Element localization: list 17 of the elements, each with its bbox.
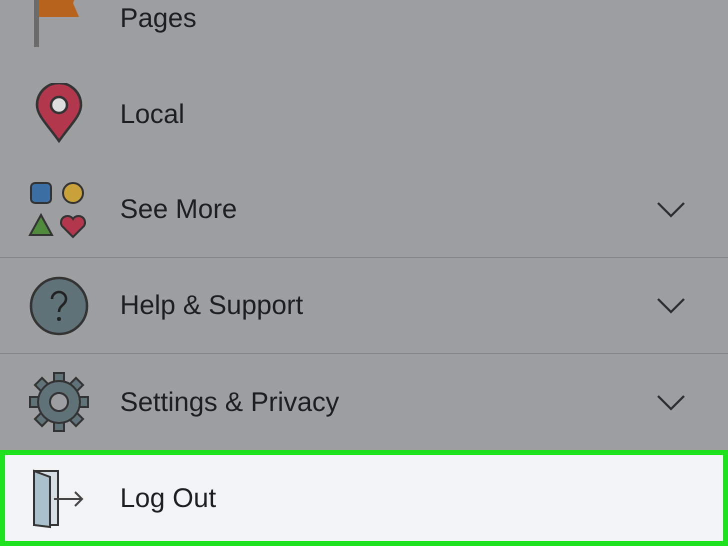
chevron-down-icon[interactable]: [656, 201, 686, 218]
menu-item[interactable]: Pages: [0, 0, 728, 66]
menu-item-label: Help & Support: [120, 290, 304, 321]
menu-item[interactable]: See More: [0, 162, 728, 258]
menu-item-label: Local: [120, 98, 186, 130]
menu-item[interactable]: Log Out: [0, 450, 728, 546]
menu-item[interactable]: Help & Support: [0, 258, 728, 354]
menu-item-label: Log Out: [120, 482, 218, 514]
help-icon: [28, 274, 90, 336]
menu-item[interactable]: Settings & Privacy: [0, 354, 728, 450]
chevron-down-icon[interactable]: [656, 297, 686, 314]
menu-item-label: Settings & Privacy: [120, 386, 340, 418]
chevron-down-icon[interactable]: [656, 394, 686, 410]
menu-item[interactable]: Local: [0, 66, 728, 162]
settings-icon: [28, 371, 90, 433]
menu-item-label: Pages: [120, 2, 198, 34]
menu-item-label: See More: [120, 194, 238, 225]
